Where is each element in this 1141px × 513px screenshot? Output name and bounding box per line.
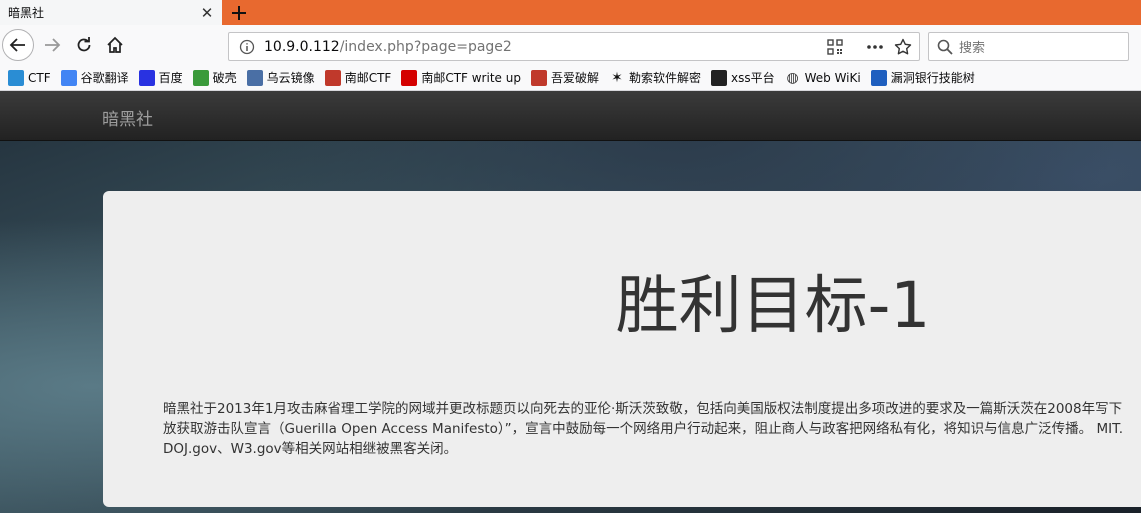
globe-icon: ◍ (786, 69, 799, 86)
reload-icon (77, 37, 91, 52)
qr-code-icon[interactable] (827, 39, 843, 55)
xss-icon (710, 69, 727, 86)
bookmark-star-icon[interactable] (894, 38, 912, 56)
bookmark-item[interactable]: 吾爱破解 (530, 69, 599, 86)
bookmark-item[interactable]: 乌云镜像 (246, 69, 315, 86)
search-bar[interactable]: 搜索 (928, 32, 1129, 61)
bugbank-icon (870, 69, 887, 86)
bookmark-label: 南邮CTF write up (421, 71, 521, 85)
baidu-paw-icon (138, 69, 155, 86)
bookmark-label: 吾爱破解 (550, 71, 599, 85)
navigation-toolbar: 10.9.0.112/index.php?page=page2 搜索 (0, 25, 1141, 65)
paragraph-line: 暗黑社于2013年1月攻击麻省理工学院的网域并更改标题页以向死去的亚伦·斯沃茨致… (163, 401, 1123, 417)
bookmark-label: 百度 (158, 71, 183, 85)
bookmark-item[interactable]: 谷歌翻译 (60, 69, 129, 86)
bookmark-item[interactable]: 南邮CTF write up (401, 69, 521, 86)
active-tab[interactable]: 暗黑社 ✕ (0, 0, 222, 25)
bookmark-item[interactable]: 破壳 (192, 69, 237, 86)
arrow-right-icon (45, 38, 61, 52)
plus-icon (232, 5, 246, 20)
home-button[interactable] (99, 29, 131, 61)
bookmark-label: 勒索软件解密 (628, 71, 701, 85)
bookmark-item[interactable]: ✶ 勒索软件解密 (609, 69, 701, 86)
bookmark-label: Web WiKi (804, 70, 861, 85)
url-text: 10.9.0.112/index.php?page=page2 (264, 39, 512, 55)
pokeke-icon (192, 69, 209, 86)
info-icon[interactable] (239, 39, 255, 55)
nuptctf-icon (324, 69, 341, 86)
bookmark-item[interactable]: 南邮CTF (324, 69, 392, 86)
bookmark-label: 破壳 (212, 71, 237, 85)
home-icon (107, 36, 123, 53)
page-title: 胜利目标-1 (615, 269, 931, 342)
bookmark-label: 谷歌翻译 (80, 71, 129, 85)
more-actions-icon[interactable] (866, 39, 884, 55)
star-icon: ✶ (611, 69, 623, 86)
tab-strip: 暗黑社 ✕ (0, 0, 1141, 25)
bookmark-label: 乌云镜像 (266, 71, 315, 85)
writeup-icon (401, 69, 418, 86)
bookmark-item[interactable]: ◍ Web WiKi (785, 69, 861, 86)
bookmark-label: xss平台 (730, 71, 775, 85)
url-host: 10.9.0.112 (264, 38, 340, 55)
bookmarks-toolbar: CTF 谷歌翻译 百度 破壳 乌云镜像 南邮CTF 南邮CTF write up 吾爱破解 ✶ 勒… (0, 65, 1141, 91)
bookmark-item[interactable]: xss平台 (710, 69, 775, 86)
forward-button[interactable] (36, 29, 68, 61)
close-tab-icon[interactable]: ✕ (196, 2, 218, 24)
bookmark-item[interactable]: 百度 (138, 69, 183, 86)
site-navbar: 暗黑社 (0, 91, 1141, 141)
wooyun-icon (246, 69, 263, 86)
search-icon (937, 39, 953, 55)
site-brand[interactable]: 暗黑社 (102, 105, 153, 130)
page-content: 暗黑社 胜利目标-1 暗黑社于2013年1月攻击麻省理工学院的网域并更改标题页以… (0, 91, 1141, 513)
bookmark-label: CTF (28, 70, 51, 85)
new-tab-button[interactable] (226, 0, 252, 25)
ctf-icon (8, 69, 24, 86)
back-button[interactable] (2, 29, 34, 61)
bookmark-item[interactable]: CTF (8, 69, 51, 86)
reload-button[interactable] (68, 29, 100, 61)
52pojie-icon (530, 69, 547, 86)
bookmark-label: 南邮CTF (344, 71, 392, 85)
address-bar[interactable]: 10.9.0.112/index.php?page=page2 (228, 32, 920, 61)
jumbotron: 胜利目标-1 暗黑社于2013年1月攻击麻省理工学院的网域并更改标题页以向死去的… (103, 191, 1141, 507)
bookmark-label: 漏洞银行技能树 (890, 71, 975, 85)
bookmark-item[interactable]: 漏洞银行技能树 (870, 69, 975, 86)
paragraph-line: 放获取游击队宣言（Guerilla Open Access Manifesto）… (163, 421, 1124, 437)
search-input[interactable]: 搜索 (959, 37, 985, 56)
google-translate-icon (60, 69, 77, 86)
paragraph-line: DOJ.gov、W3.gov等相关网站相继被黑客关闭。 (163, 441, 458, 457)
arrow-left-icon (9, 38, 25, 52)
tab-title: 暗黑社 (8, 6, 45, 20)
intro-paragraph: 暗黑社于2013年1月攻击麻省理工学院的网域并更改标题页以向死去的亚伦·斯沃茨致… (163, 399, 1141, 459)
url-path: /index.php?page=page2 (339, 38, 512, 55)
